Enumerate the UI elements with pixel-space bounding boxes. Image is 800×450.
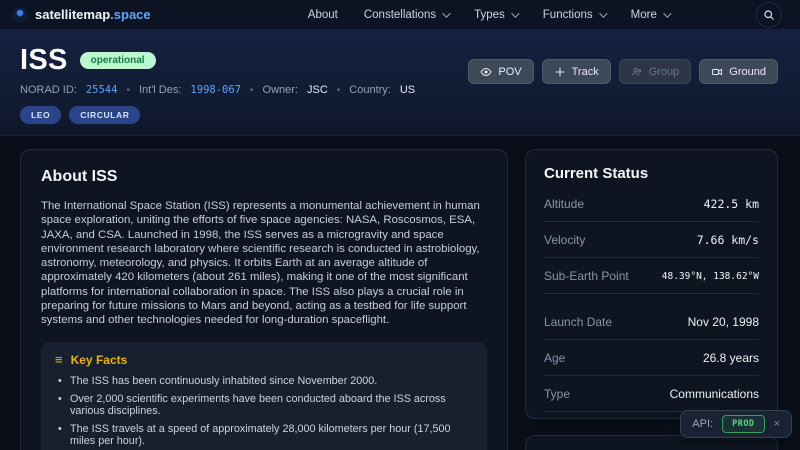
tag-leo: LEO	[20, 106, 61, 124]
intl-des-link[interactable]: 1998-067	[190, 84, 241, 96]
status-row-sub-earth-point: Sub-Earth Point 48.39°N, 138.62°W	[544, 258, 759, 294]
search-icon	[763, 9, 775, 21]
current-status-title: Current Status	[544, 165, 759, 182]
current-status-card: Current Status Altitude 422.5 km Velocit…	[525, 149, 778, 419]
api-label: API:	[692, 418, 713, 430]
key-facts-list: The ISS has been continuously inhabited …	[55, 375, 473, 447]
about-card: About ISS The International Space Statio…	[20, 149, 508, 450]
page-title: ISS	[20, 44, 68, 77]
about-paragraph: The International Space Station (ISS) re…	[41, 199, 487, 328]
brand-logo[interactable]: ✹ satellitemap.space	[12, 7, 151, 23]
ground-button[interactable]: Ground	[699, 59, 778, 84]
nav-item-about[interactable]: About	[308, 9, 338, 21]
key-facts-title: Key Facts	[71, 353, 128, 367]
right-column: Current Status Altitude 422.5 km Velocit…	[525, 149, 778, 450]
satellite-logo-icon: ✹	[12, 7, 28, 23]
track-button[interactable]: Track	[542, 59, 611, 84]
api-status-toast: API: PROD ×	[680, 410, 792, 438]
status-row-velocity: Velocity 7.66 km/s	[544, 222, 759, 258]
key-facts-box: ≡ Key Facts The ISS has been continuousl…	[41, 342, 487, 450]
chevron-down-icon	[599, 9, 607, 17]
main-content: About ISS The International Space Statio…	[0, 136, 800, 450]
pov-button[interactable]: POV	[468, 59, 533, 84]
separator-dot: •	[250, 85, 254, 96]
nav-item-functions[interactable]: Functions	[543, 9, 605, 21]
header-left: ISS operational NORAD ID: 25544 • Int'l …	[20, 44, 415, 135]
tag-circular: CIRCULAR	[69, 106, 140, 124]
norad-id-link[interactable]: 25544	[86, 84, 118, 96]
key-fact-item: The ISS travels at a speed of approximat…	[55, 423, 473, 447]
satellite-header: ISS operational NORAD ID: 25544 • Int'l …	[0, 30, 800, 136]
separator-dot: •	[126, 85, 130, 96]
nav-item-more[interactable]: More	[631, 9, 669, 21]
group-icon	[631, 66, 643, 78]
brand-name: satellitemap.space	[35, 7, 151, 22]
norad-label: NORAD ID:	[20, 84, 77, 96]
api-env-badge: PROD	[722, 415, 764, 433]
status-badge: operational	[80, 52, 156, 69]
status-row-launch-date: Launch Date Nov 20, 1998	[544, 304, 759, 340]
eye-icon	[480, 66, 492, 78]
list-icon: ≡	[55, 353, 63, 366]
nav-item-types[interactable]: Types	[474, 9, 517, 21]
group-button[interactable]: Group	[619, 59, 692, 84]
owner-value: JSC	[307, 84, 328, 96]
nav-links: About Constellations Types Functions Mor…	[238, 9, 669, 21]
key-fact-item: Over 2,000 scientific experiments have b…	[55, 393, 473, 417]
orbit-tags: LEO CIRCULAR	[20, 106, 415, 124]
status-row-altitude: Altitude 422.5 km	[544, 186, 759, 222]
camera-icon	[711, 66, 723, 78]
country-value: US	[400, 84, 415, 96]
header-actions: POV Track Group Ground	[468, 59, 778, 135]
chevron-down-icon	[511, 9, 519, 17]
intl-des-label: Int'l Des:	[139, 84, 181, 96]
about-title: About ISS	[41, 168, 487, 186]
status-row-age: Age 26.8 years	[544, 340, 759, 376]
separator-dot: •	[337, 85, 341, 96]
key-fact-item: The ISS has been continuously inhabited …	[55, 375, 473, 387]
nav-item-constellations[interactable]: Constellations	[364, 9, 448, 21]
top-navbar: ✹ satellitemap.space About Constellation…	[0, 0, 800, 30]
satellite-meta: NORAD ID: 25544 • Int'l Des: 1998-067 • …	[20, 84, 415, 96]
status-row-type: Type Communications	[544, 376, 759, 412]
close-icon[interactable]: ×	[774, 418, 780, 430]
chevron-down-icon	[442, 9, 450, 17]
country-label: Country:	[349, 84, 391, 96]
search-button[interactable]	[756, 2, 782, 28]
chevron-down-icon	[663, 9, 671, 17]
crosshair-icon	[554, 66, 566, 78]
owner-label: Owner:	[263, 84, 298, 96]
